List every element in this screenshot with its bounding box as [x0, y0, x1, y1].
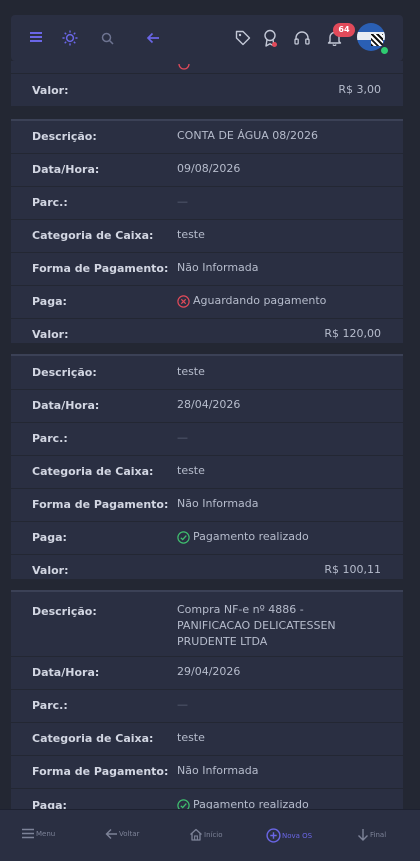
valor-label: Valor: [32, 564, 69, 577]
descricao-label: Descrição: [32, 130, 97, 143]
categoria-label: Categoria de Caixa: [32, 229, 154, 242]
nav-menu-label: Menu [36, 829, 56, 838]
categoria-value: teste [177, 228, 205, 241]
forma-value: Não Informada [177, 497, 259, 510]
paga-status: Pagamento realizado [177, 529, 357, 545]
forma-value: Não Informada [177, 261, 259, 274]
descricao-label: Descrição: [32, 605, 97, 618]
paga-value: Pagamento realizado [193, 530, 309, 543]
menu-icon [22, 828, 34, 839]
nav-inicio[interactable]: Início [189, 828, 223, 841]
descricao-value: teste [177, 365, 205, 378]
partial-card: Valor: R$ 3,00 [11, 73, 403, 106]
parc-value: — [177, 698, 188, 711]
descricao-value: CONTA DE ÁGUA 08/2026 [177, 129, 318, 142]
back-arrow-icon[interactable] [146, 32, 160, 44]
check-circle-icon [177, 530, 190, 544]
qr-code-icon [371, 34, 383, 46]
data-label: Data/Hora: [32, 666, 100, 679]
nav-final[interactable]: Final [357, 828, 386, 842]
descricao-label: Descrição: [32, 366, 97, 379]
forma-label: Forma de Pagamento: [32, 262, 169, 275]
valor-label: Valor: [32, 328, 69, 341]
online-status-dot [380, 46, 389, 55]
tag-icon[interactable] [235, 30, 251, 46]
parc-label: Parc.: [32, 699, 68, 712]
data-value: 29/04/2026 [177, 665, 241, 678]
data-label: Data/Hora: [32, 163, 100, 176]
plus-circle-icon [266, 828, 281, 843]
payment-card[interactable]: Descrição: Compra NF-e nº 4886 - PANIFIC… [11, 590, 403, 830]
categoria-value: teste [177, 464, 205, 477]
categoria-label: Categoria de Caixa: [32, 732, 154, 745]
parc-label: Parc.: [32, 432, 68, 445]
data-value: 09/08/2026 [177, 162, 241, 175]
forma-value: Não Informada [177, 764, 259, 777]
valor-value: R$ 3,00 [338, 83, 381, 96]
partial-card-top [11, 61, 403, 73]
nav-inicio-label: Início [204, 830, 223, 839]
categoria-label: Categoria de Caixa: [32, 465, 154, 478]
nav-voltar[interactable]: Voltar [105, 828, 139, 840]
descricao-value: Compra NF-e nº 4886 - PANIFICACAO DELICA… [177, 603, 336, 648]
paga-value: Aguardando pagamento [193, 294, 327, 307]
valor-label: Valor: [32, 84, 69, 97]
home-icon [190, 828, 202, 841]
parc-value: — [177, 431, 188, 444]
forma-label: Forma de Pagamento: [32, 498, 169, 511]
award-alert-dot [272, 42, 277, 47]
payments-list: Valor: R$ 3,00 Descrição: CONTA DE ÁGUA … [0, 0, 420, 860]
parc-value: — [177, 195, 188, 208]
partial-status-icon [178, 61, 190, 70]
valor-value: R$ 100,11 [324, 563, 381, 576]
nav-menu[interactable]: Menu [21, 828, 55, 839]
categoria-value: teste [177, 731, 205, 744]
notification-badge: 64 [333, 23, 355, 37]
forma-label: Forma de Pagamento: [32, 765, 169, 778]
nav-voltar-label: Voltar [119, 830, 140, 838]
payment-card[interactable]: Descrição: teste Data/Hora: 28/04/2026 P… [11, 354, 403, 579]
paga-label: Paga: [32, 531, 67, 544]
top-app-bar: 64 [11, 15, 403, 61]
nav-final-label: Final [370, 831, 387, 839]
search-icon[interactable] [101, 32, 114, 45]
headset-icon[interactable] [294, 30, 310, 45]
nav-nova-os-label: Nova OS [282, 831, 313, 840]
menu-icon[interactable] [29, 31, 43, 43]
data-label: Data/Hora: [32, 399, 100, 412]
down-arrow-icon [358, 829, 368, 841]
sun-icon[interactable] [62, 30, 78, 46]
bottom-navigation: Menu Voltar Início Nova OS Final [0, 809, 420, 861]
data-value: 28/04/2026 [177, 398, 241, 411]
paga-label: Paga: [32, 295, 67, 308]
back-arrow-icon [105, 829, 117, 839]
valor-value: R$ 120,00 [324, 327, 381, 340]
parc-label: Parc.: [32, 196, 68, 209]
pending-x-icon [177, 294, 190, 308]
payment-card[interactable]: Descrição: CONTA DE ÁGUA 08/2026 Data/Ho… [11, 119, 403, 343]
nav-nova-os[interactable]: Nova OS [266, 828, 312, 843]
paga-status: Aguardando pagamento [177, 293, 357, 309]
